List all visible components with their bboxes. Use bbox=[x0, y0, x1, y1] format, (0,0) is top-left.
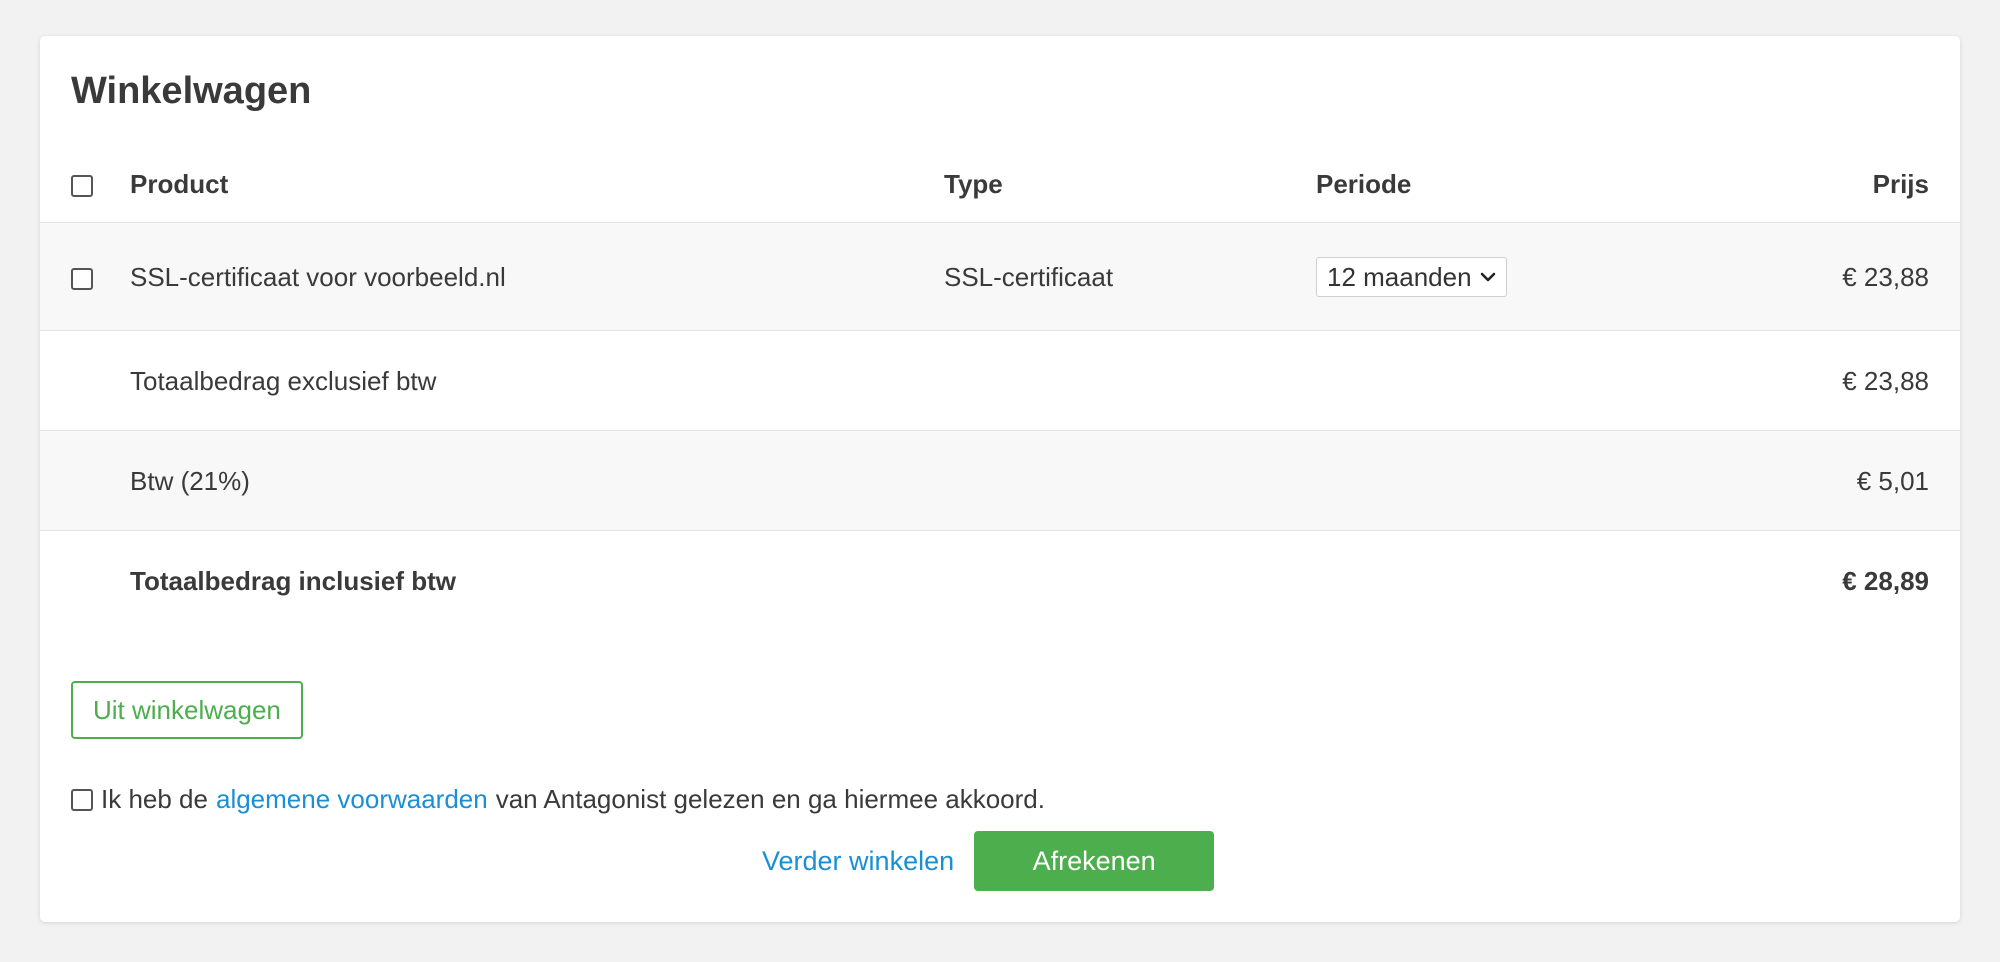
continue-shopping-link[interactable]: Verder winkelen bbox=[762, 846, 954, 877]
total-excl-label: Totaalbedrag exclusief btw bbox=[130, 365, 437, 396]
item-type: SSL-certificaat bbox=[944, 261, 1114, 292]
checkout-button[interactable]: Afrekenen bbox=[974, 831, 1215, 891]
total-excl-row: Totaalbedrag exclusief btw € 23,88 bbox=[40, 330, 1960, 431]
table-header: Product Type Periode Prijs bbox=[40, 146, 1960, 222]
item-product: SSL-certificaat voor voorbeeld.nl bbox=[130, 261, 506, 292]
select-all-checkbox[interactable] bbox=[71, 169, 93, 200]
item-checkbox[interactable] bbox=[71, 262, 93, 293]
terms-prefix: Ik heb de bbox=[101, 784, 208, 814]
footer-actions: Verder winkelen Afrekenen bbox=[762, 831, 1215, 891]
cart-card: Winkelwagen Product Type Periode Prijs S… bbox=[40, 36, 1960, 922]
terms-suffix: van Antagonist gelezen en ga hiermee akk… bbox=[495, 784, 1045, 814]
total-excl-value: € 23,88 bbox=[1842, 365, 1929, 396]
period-select-value: 12 maanden bbox=[1327, 261, 1472, 292]
total-incl-label: Totaalbedrag inclusief btw bbox=[130, 565, 457, 596]
page-title: Winkelwagen bbox=[71, 70, 312, 112]
header-period: Periode bbox=[1316, 168, 1412, 199]
total-incl-row: Totaalbedrag inclusief btw € 28,89 bbox=[40, 530, 1960, 631]
header-type: Type bbox=[944, 168, 1003, 199]
table-row: SSL-certificaat voor voorbeeld.nl SSL-ce… bbox=[40, 222, 1960, 331]
total-incl-value: € 28,89 bbox=[1842, 565, 1929, 596]
period-select[interactable]: 12 maanden bbox=[1316, 257, 1507, 297]
item-price: € 23,88 bbox=[1842, 261, 1929, 292]
vat-row: Btw (21%) € 5,01 bbox=[40, 430, 1960, 531]
header-product: Product bbox=[130, 168, 229, 199]
remove-from-cart-button[interactable]: Uit winkelwagen bbox=[71, 681, 303, 739]
vat-label: Btw (21%) bbox=[130, 465, 250, 496]
chevron-down-icon bbox=[1480, 272, 1495, 282]
terms-agreement: Ik heb de algemene voorwaarden van Antag… bbox=[71, 784, 1045, 815]
terms-link[interactable]: algemene voorwaarden bbox=[216, 784, 488, 815]
vat-value: € 5,01 bbox=[1856, 465, 1929, 496]
terms-checkbox[interactable] bbox=[71, 788, 93, 811]
header-price: Prijs bbox=[1872, 168, 1929, 199]
